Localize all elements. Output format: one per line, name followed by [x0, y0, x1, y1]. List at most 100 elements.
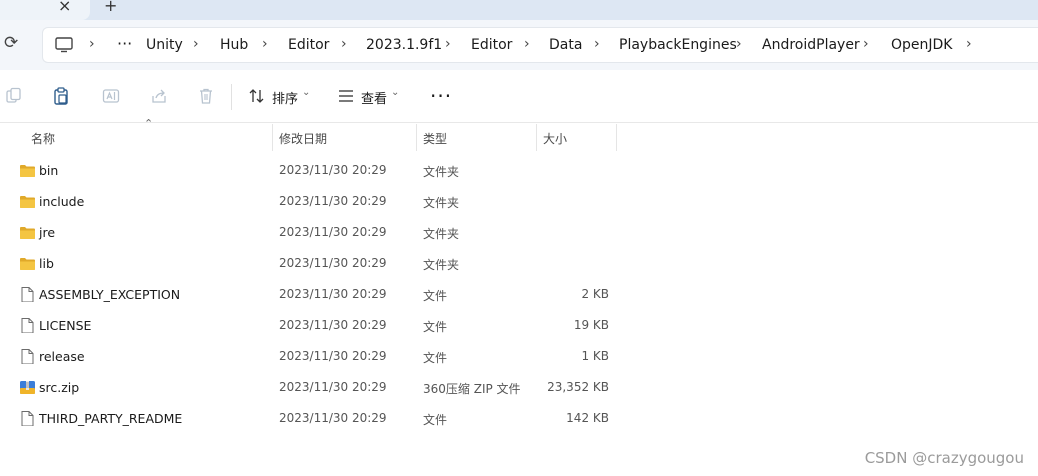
share-icon[interactable] — [150, 87, 168, 105]
sort-icon — [249, 89, 264, 103]
view-button[interactable]: 查看 ⌄ — [337, 86, 407, 107]
breadcrumb-item[interactable]: Hub — [220, 37, 248, 53]
chevron-right-icon: › — [193, 36, 199, 52]
column-type[interactable]: 类型 — [423, 124, 447, 151]
sort-button[interactable]: 排序 ⌄ — [248, 86, 318, 107]
file-name: ASSEMBLY_EXCEPTION — [39, 287, 181, 302]
file-date: 2023/11/30 20:29 — [279, 163, 387, 177]
column-name[interactable]: 名称 — [31, 124, 55, 151]
file-icon — [21, 287, 34, 302]
file-date: 2023/11/30 20:29 — [279, 349, 387, 363]
file-date: 2023/11/30 20:29 — [279, 287, 387, 301]
file-size: 2 KB — [581, 287, 609, 301]
chevron-right-icon: › — [863, 36, 869, 52]
rename-icon[interactable] — [102, 87, 120, 105]
file-type: 文件夹 — [423, 196, 460, 210]
more-options-icon[interactable]: ··· — [430, 84, 452, 108]
file-date: 2023/11/30 20:29 — [279, 318, 387, 332]
view-icon — [339, 90, 353, 102]
file-name: include — [39, 194, 85, 209]
column-divider[interactable] — [536, 124, 537, 151]
chevron-right-icon: › — [445, 36, 451, 52]
file-name: THIRD_PARTY_README — [39, 411, 183, 426]
active-tab[interactable]: × — [0, 0, 90, 20]
file-size: 19 KB — [573, 318, 609, 332]
breadcrumb-item[interactable]: AndroidPlayer — [762, 37, 860, 53]
toolbar-divider — [231, 84, 232, 110]
chevron-right-icon: › — [524, 36, 530, 52]
folder-icon — [20, 196, 35, 208]
file-type: 360压缩 ZIP 文件 — [423, 382, 521, 396]
file-type: 文件夹 — [423, 258, 460, 272]
view-label: 查看 — [361, 92, 388, 107]
folder-icon — [20, 258, 35, 270]
this-pc-icon[interactable] — [55, 37, 73, 53]
column-divider[interactable] — [272, 124, 273, 151]
file-row[interactable]: lib 2023/11/30 20:29 文件夹 — [0, 248, 1038, 279]
file-type: 文件夹 — [423, 227, 460, 241]
column-date[interactable]: 修改日期 — [279, 124, 327, 151]
file-name: LICENSE — [39, 318, 92, 333]
breadcrumb-item[interactable]: Editor — [288, 37, 329, 53]
breadcrumb-item[interactable]: Editor — [471, 37, 512, 53]
breadcrumb-item[interactable]: OpenJDK — [891, 37, 952, 53]
file-date: 2023/11/30 20:29 — [279, 256, 387, 270]
breadcrumb-item[interactable]: PlaybackEngines — [619, 37, 737, 53]
file-date: 2023/11/30 20:29 — [279, 194, 387, 208]
file-icon — [21, 411, 34, 426]
folder-icon — [20, 227, 35, 239]
column-divider[interactable] — [416, 124, 417, 151]
watermark: CSDN @crazygougou — [864, 449, 1024, 467]
breadcrumb-overflow-icon[interactable]: ··· — [117, 34, 132, 53]
file-row[interactable]: ASSEMBLY_EXCEPTION 2023/11/30 20:29 文件 2 KB — [0, 279, 1038, 310]
chevron-down-icon: ⌄ — [391, 87, 400, 98]
close-tab-icon[interactable]: × — [58, 0, 71, 15]
zip-icon — [20, 381, 35, 394]
file-icon — [21, 318, 34, 333]
breadcrumb-item[interactable]: Data — [549, 37, 582, 53]
breadcrumb[interactable]: › ··· Unity › Hub › Editor › 2023.1.9f1 … — [42, 27, 1038, 63]
file-type: 文件 — [423, 351, 448, 365]
file-row[interactable]: LICENSE 2023/11/30 20:29 文件 19 KB — [0, 310, 1038, 341]
file-date: 2023/11/30 20:29 — [279, 411, 387, 425]
column-size[interactable]: 大小 — [543, 124, 567, 151]
chevron-down-icon: ⌄ — [302, 87, 311, 98]
breadcrumb-item[interactable]: 2023.1.9f1 — [366, 37, 442, 53]
column-divider[interactable] — [616, 124, 617, 151]
chevron-right-icon: › — [89, 36, 95, 52]
tab-bar: × + — [0, 0, 1038, 20]
chevron-right-icon: › — [262, 36, 268, 52]
file-type: 文件 — [423, 320, 448, 334]
chevron-right-icon: › — [341, 36, 347, 52]
file-type: 文件 — [423, 289, 448, 303]
file-date: 2023/11/30 20:29 — [279, 225, 387, 239]
file-name: src.zip — [39, 380, 80, 395]
copy-icon[interactable] — [5, 87, 23, 105]
chevron-right-icon: › — [736, 36, 742, 52]
breadcrumb-item[interactable]: Unity — [146, 37, 183, 53]
file-row[interactable]: include 2023/11/30 20:29 文件夹 — [0, 186, 1038, 217]
file-name: jre — [39, 225, 56, 240]
file-size: 142 KB — [566, 411, 609, 425]
file-row[interactable]: bin 2023/11/30 20:29 文件夹 — [0, 155, 1038, 186]
refresh-icon[interactable]: ⟳ — [4, 33, 18, 53]
file-row[interactable]: src.zip 2023/11/30 20:29 360压缩 ZIP 文件 23,35… — [0, 372, 1038, 403]
file-icon — [21, 349, 34, 364]
delete-icon[interactable] — [197, 87, 215, 105]
file-name: release — [39, 349, 85, 364]
file-row[interactable]: THIRD_PARTY_README 2023/11/30 20:29 文件 142 … — [0, 403, 1038, 434]
file-size: 1 KB — [581, 349, 609, 363]
paste-icon[interactable] — [52, 87, 70, 105]
file-date: 2023/11/30 20:29 — [279, 380, 387, 394]
file-name: bin — [39, 163, 59, 178]
sort-label: 排序 — [272, 92, 299, 107]
file-size: 23,352 KB — [547, 380, 609, 394]
file-name: lib — [39, 256, 54, 271]
chevron-right-icon: › — [966, 36, 972, 52]
file-row[interactable]: jre 2023/11/30 20:29 文件夹 — [0, 217, 1038, 248]
command-bar: 排序 ⌄ 查看 ⌄ ··· — [0, 70, 1038, 123]
file-type: 文件夹 — [423, 165, 460, 179]
column-header: ⌃ 名称 修改日期 类型 大小 — [0, 117, 1038, 151]
file-row[interactable]: release 2023/11/30 20:29 文件 1 KB — [0, 341, 1038, 372]
new-tab-icon[interactable]: + — [104, 0, 117, 15]
